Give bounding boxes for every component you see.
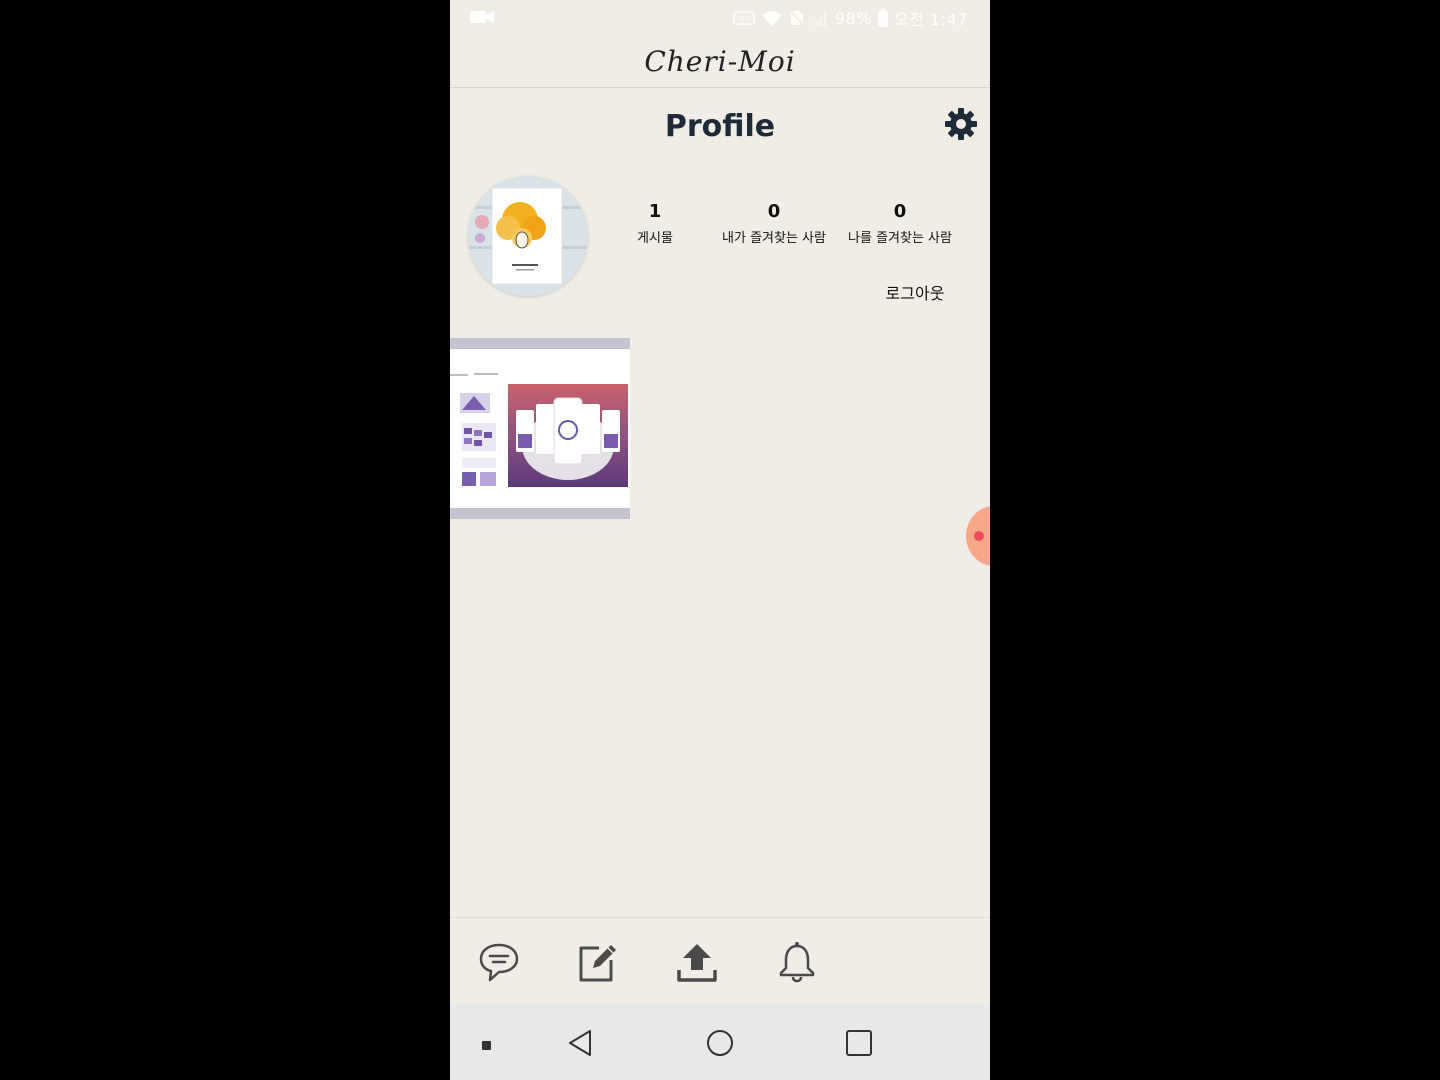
nav-back-button[interactable]	[566, 1028, 596, 1058]
status-indicators: NFC 98% 오전 1:47	[733, 6, 968, 30]
upload-icon	[677, 944, 717, 982]
page-title: Profile	[664, 109, 776, 144]
post-image	[450, 349, 630, 508]
home-icon	[707, 1030, 733, 1056]
back-icon	[569, 1030, 591, 1056]
logout-button[interactable]: 로그아웃	[880, 280, 950, 308]
clock: 오전 1:47	[894, 10, 968, 29]
settings-button[interactable]	[943, 106, 979, 142]
following-label: 내가 즐겨찾는 사람	[722, 231, 826, 246]
stat-followers[interactable]: 0 나를 즐겨찾는 사람	[842, 200, 958, 248]
battery-percent: 98%	[834, 8, 873, 28]
stat-following[interactable]: 0 내가 즐겨찾는 사람	[712, 200, 836, 248]
tab-upload[interactable]	[675, 940, 719, 984]
post-thumbnail[interactable]	[450, 338, 630, 519]
app-logo: Cheri-Moi	[644, 45, 796, 78]
tab-chat[interactable]	[477, 940, 521, 984]
followers-count: 0	[893, 201, 907, 222]
phone-screen: NFC 98% 오전 1:47 Cheri-Moi Profile 1 게시물 …	[450, 0, 990, 1080]
header-divider	[450, 87, 990, 88]
stat-posts[interactable]: 1 게시물	[620, 200, 690, 248]
video-record-icon	[470, 11, 494, 23]
svg-text:NFC: NFC	[737, 15, 751, 23]
tab-write[interactable]	[575, 940, 619, 984]
battery-icon	[878, 9, 889, 27]
status-bar: NFC 98% 오전 1:47	[450, 0, 990, 34]
thumbnail-band-bottom	[450, 508, 630, 519]
recents-icon	[846, 1030, 872, 1056]
followers-label: 나를 즐겨찾는 사람	[848, 231, 952, 246]
wifi-icon	[761, 11, 782, 26]
avatar-image	[468, 176, 588, 296]
posts-label: 게시물	[637, 231, 673, 246]
nav-menu-dot[interactable]	[481, 1037, 493, 1050]
nfc-icon: NFC	[733, 11, 755, 25]
system-nav-bar	[450, 1004, 990, 1080]
gear-icon	[945, 108, 977, 140]
signal-icon	[811, 11, 826, 26]
tab-notifications[interactable]	[775, 940, 819, 984]
bell-icon	[779, 942, 815, 983]
profile-avatar[interactable]	[468, 176, 588, 296]
dot-icon	[482, 1041, 491, 1050]
nav-home-button[interactable]	[705, 1028, 735, 1058]
chat-icon	[479, 943, 519, 982]
following-count: 0	[767, 201, 781, 222]
posts-count: 1	[648, 201, 662, 222]
edit-icon	[579, 945, 616, 982]
bottom-tab-bar	[450, 918, 990, 1004]
no-sim-icon	[788, 9, 805, 27]
floating-action-button[interactable]	[966, 506, 990, 566]
nav-recents-button[interactable]	[844, 1028, 874, 1058]
